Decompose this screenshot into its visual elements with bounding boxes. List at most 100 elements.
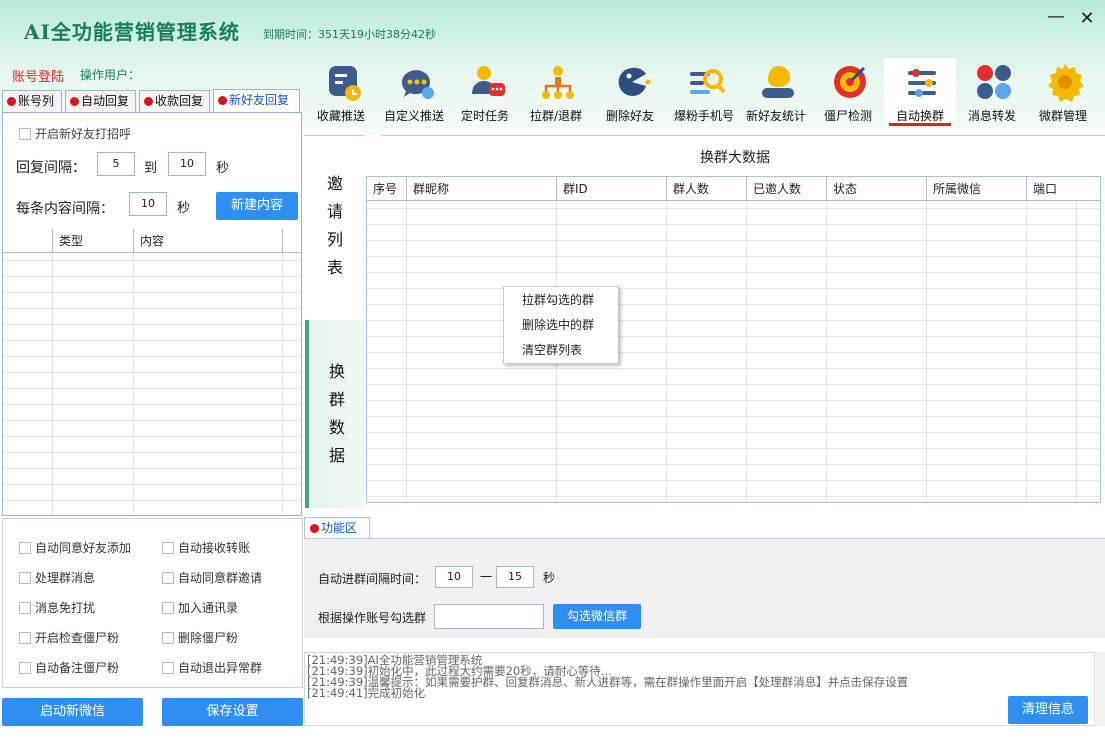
switch-header-cell[interactable]: 群ID xyxy=(556,177,666,201)
toolbar-button-11[interactable]: 微群管理 xyxy=(1027,58,1099,128)
tab-label: 收款回复 xyxy=(155,94,204,108)
switch-header-cell[interactable]: 端口 xyxy=(1026,177,1076,201)
new-content-button[interactable]: 新建内容 xyxy=(216,192,298,220)
active-underline xyxy=(889,123,951,126)
col-line xyxy=(1076,177,1077,502)
option-label: 自动退出异常群 xyxy=(178,661,263,675)
close-button[interactable]: ✕ xyxy=(1076,8,1098,29)
switch-header-cell[interactable]: 状态 xyxy=(826,177,926,201)
to-label: 到 xyxy=(144,161,158,176)
toolbar-button-2[interactable]: 自定义推送 xyxy=(378,58,450,128)
log-panel: [21:49:39]AI全功能营销管理系统 [21:49:39]初始化中，此过程… xyxy=(304,652,1095,726)
col-line xyxy=(406,177,407,502)
seconds-label: 秒 xyxy=(177,201,191,216)
account-select-input[interactable] xyxy=(434,604,544,629)
interval-max-input[interactable]: 10 xyxy=(168,152,206,176)
group-manage-icon xyxy=(1048,64,1084,102)
select-wechat-group-button[interactable]: 勾选微信群 xyxy=(553,604,641,629)
checkbox-box xyxy=(162,662,174,674)
minimize-button[interactable]: — xyxy=(1045,6,1067,27)
checkbox-box xyxy=(162,572,174,584)
login-link[interactable]: 账号登陆 xyxy=(12,66,64,85)
join-interval-max-input[interactable]: 15 xyxy=(496,566,534,588)
vtab-char: 列 xyxy=(326,230,343,249)
switch-header-cell[interactable]: 群昵称 xyxy=(406,177,556,201)
vtab-char: 换 xyxy=(328,362,345,381)
menu-item-clear-list[interactable]: 清空群列表 xyxy=(522,341,582,358)
tab-function-zone[interactable]: 功能区 xyxy=(304,517,370,539)
switch-title: 换群大数据 xyxy=(700,150,770,166)
option-checkbox-8[interactable]: 删除僵尸粉 xyxy=(162,629,238,646)
toolbar-button-5[interactable]: 删除好友 xyxy=(594,58,666,128)
save-settings-button[interactable]: 保存设置 xyxy=(162,698,303,726)
switch-header-cell[interactable]: 序号 xyxy=(367,177,406,201)
tab-switch-data[interactable]: 换 群 数 据 xyxy=(305,320,365,508)
zombie-detect-icon xyxy=(834,66,866,98)
menu-item-delete-selected[interactable]: 删除选中的群 xyxy=(522,316,594,333)
seconds-label: 秒 xyxy=(216,161,230,176)
option-label: 自动同意群邀请 xyxy=(178,571,263,585)
status-dot-icon xyxy=(218,96,227,105)
switch-header-cell[interactable]: 所属微信 xyxy=(926,177,1026,201)
status-dot-icon xyxy=(70,97,79,106)
option-checkbox-4[interactable]: 自动同意群邀请 xyxy=(162,569,262,586)
join-interval-min-input[interactable]: 10 xyxy=(435,566,473,588)
option-checkbox-2[interactable]: 自动接收转账 xyxy=(162,539,250,556)
tab-payment-reply[interactable]: 收款回复 xyxy=(139,90,210,112)
col-line xyxy=(666,177,667,502)
dash-label: 一 xyxy=(480,570,493,584)
option-label: 处理群消息 xyxy=(35,571,96,585)
menu-item-pull-selected[interactable]: 拉群勾选的群 xyxy=(522,291,594,308)
tab-invite-list[interactable]: 邀 请 列 表 xyxy=(305,170,365,310)
switch-header-cell[interactable]: 已邀人数 xyxy=(746,177,826,201)
new-friend-panel: 开启新好友打招呼 回复间隔： 5 到 10 秒 每条内容间隔： 10 秒 新建内… xyxy=(2,112,302,516)
col-line xyxy=(52,229,53,515)
option-checkbox-9[interactable]: 自动备注僵尸粉 xyxy=(19,659,119,676)
message-forward-icon xyxy=(977,65,1011,99)
tab-new-friend-reply[interactable]: 新好友回复 xyxy=(213,89,300,113)
option-checkbox-1[interactable]: 自动同意好友添加 xyxy=(19,539,131,556)
tab-accounts[interactable]: 账号列 xyxy=(2,90,62,112)
col-line xyxy=(926,177,927,502)
interval-min-input[interactable]: 5 xyxy=(97,152,135,176)
toolbar-button-6[interactable]: 爆粉手机号 xyxy=(668,58,740,128)
switch-table-header: 序号 群昵称 群ID 群人数 已邀人数 状态 所属微信 端口 xyxy=(367,177,1100,201)
option-checkbox-7[interactable]: 开启检查僵尸粉 xyxy=(19,629,119,646)
tab-label: 功能区 xyxy=(321,521,358,535)
toolbar-label: 微群管理 xyxy=(1038,109,1087,123)
toolbar-button-8[interactable]: 僵尸检测 xyxy=(812,58,884,128)
log-scrollbar[interactable] xyxy=(1094,652,1105,726)
option-checkbox-10[interactable]: 自动退出异常群 xyxy=(162,659,262,676)
toolbar-button-3[interactable]: 定时任务 xyxy=(449,58,521,128)
status-dot-icon xyxy=(144,97,153,106)
col-line xyxy=(1026,177,1027,502)
switch-header-cell[interactable]: 群人数 xyxy=(666,177,746,201)
content-interval-input[interactable]: 10 xyxy=(129,192,167,216)
content-table-header: 类型 内容 xyxy=(3,229,301,253)
auto-switch-group-icon xyxy=(908,69,936,97)
options-panel: 自动同意好友添加 自动接收转账处理群消息 自动同意群邀请消息免打扰 加入通讯录开启检查… xyxy=(2,518,303,688)
start-wechat-button[interactable]: 启动新微信 xyxy=(2,698,143,726)
header-content: 内容 xyxy=(133,229,282,253)
col-line xyxy=(746,177,747,502)
content-table: 类型 内容 xyxy=(3,229,301,515)
checkbox-box xyxy=(19,602,31,614)
toolbar-button-4[interactable]: 拉群/退群 xyxy=(520,58,592,128)
enable-greet-checkbox[interactable]: 开启新好友打招呼 xyxy=(19,125,131,142)
toolbar-button-9[interactable]: 自动换群 xyxy=(884,58,956,128)
checkbox-box xyxy=(162,542,174,554)
option-checkbox-3[interactable]: 处理群消息 xyxy=(19,569,95,586)
clear-log-button[interactable]: 清理信息 xyxy=(1008,696,1088,724)
option-label: 删除僵尸粉 xyxy=(178,631,239,645)
toolbar-button-1[interactable]: 收藏推送 xyxy=(305,58,377,128)
content-interval-label: 每条内容间隔： xyxy=(16,201,114,217)
toolbar-button-7[interactable]: 新好友统计 xyxy=(740,58,812,128)
option-checkbox-5[interactable]: 消息免打扰 xyxy=(19,599,95,616)
select-by-account-label: 根据操作账号勾选群 xyxy=(318,611,427,625)
option-checkbox-6[interactable]: 加入通讯录 xyxy=(162,599,238,616)
tab-auto-reply[interactable]: 自动回复 xyxy=(65,90,136,112)
tab-label: 新好友回复 xyxy=(229,93,290,107)
seconds-label: 秒 xyxy=(543,571,556,585)
toolbar-button-10[interactable]: 消息转发 xyxy=(956,58,1028,128)
option-label: 自动备注僵尸粉 xyxy=(35,661,120,675)
